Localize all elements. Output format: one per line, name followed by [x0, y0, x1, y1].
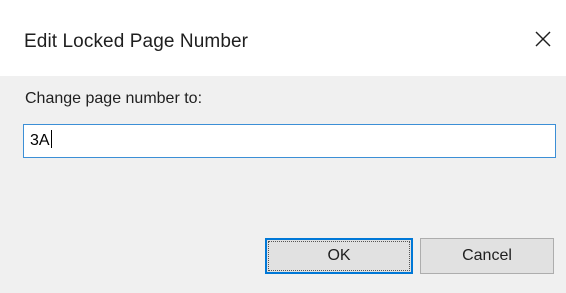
focus-rectangle	[268, 241, 410, 271]
cancel-button-label: Cancel	[462, 247, 512, 264]
page-number-label: Change page number to:	[25, 90, 203, 107]
title-bar: Edit Locked Page Number	[0, 0, 566, 88]
close-button[interactable]	[528, 24, 558, 54]
dialog-title: Edit Locked Page Number	[24, 31, 249, 52]
page-number-value: 3A	[30, 132, 50, 149]
page-number-input[interactable]: 3A	[23, 124, 556, 158]
text-caret	[50, 130, 52, 149]
close-icon	[535, 31, 551, 47]
ok-button[interactable]: OK	[265, 238, 413, 274]
edit-locked-page-number-dialog: Edit Locked Page Number Change page numb…	[0, 0, 566, 293]
cancel-button[interactable]: Cancel	[420, 238, 554, 274]
